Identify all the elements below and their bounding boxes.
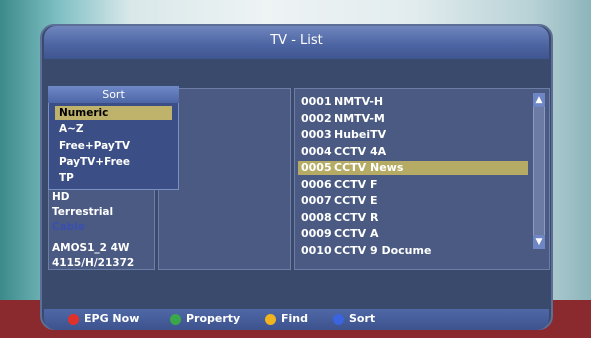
- channel-row[interactable]: 0001 NMTV-H: [298, 95, 528, 109]
- channel-name: CCTV A: [334, 227, 379, 240]
- channel-row[interactable]: 0005 CCTV News: [298, 161, 528, 175]
- channel-number: 0007: [301, 194, 332, 207]
- hd-label: HD: [52, 191, 70, 203]
- channel-row[interactable]: 0009 CCTV A: [298, 227, 528, 241]
- channel-name: CCTV R: [334, 210, 379, 224]
- channel-name: CCTV 9 Docume: [334, 243, 432, 257]
- channel-row[interactable]: 0003 HubeiTV: [298, 128, 528, 142]
- sort-option[interactable]: A~Z: [55, 122, 172, 136]
- sort-option[interactable]: Free+PayTV: [55, 139, 172, 153]
- channel-name: CCTV E: [334, 194, 378, 207]
- channel-number: 0006: [301, 177, 332, 191]
- channel-row[interactable]: 0010 CCTV 9 Docume: [298, 244, 528, 258]
- channel-number: 0008: [301, 210, 332, 224]
- yellow-button-icon: [265, 313, 276, 325]
- channel-number: 0005: [301, 161, 332, 174]
- channel-number: 0004: [301, 144, 332, 158]
- channel-name: CCTV News: [334, 161, 404, 174]
- channel-number: 0001: [301, 95, 332, 108]
- channel-name: CCTV F: [334, 177, 378, 191]
- channel-name: NMTV-H: [334, 95, 384, 108]
- channel-number: 0009: [301, 227, 332, 240]
- sort-option[interactable]: PayTV+Free: [55, 155, 172, 169]
- property-button[interactable]: Property: [170, 312, 240, 326]
- sort-popup-title: Sort: [48, 86, 179, 103]
- channel-name: NMTV-M: [334, 111, 385, 125]
- green-button-icon: [170, 313, 181, 325]
- scrollbar[interactable]: [533, 93, 545, 249]
- channel-row[interactable]: 0002 NMTV-M: [298, 112, 528, 126]
- property-label: Property: [186, 312, 241, 325]
- channel-row[interactable]: 0006 CCTV F: [298, 178, 528, 192]
- find-button[interactable]: Find: [265, 312, 308, 326]
- channel-name: HubeiTV: [334, 128, 387, 141]
- channel-row[interactable]: 0004 CCTV 4A: [298, 145, 528, 159]
- cable-label: Cable: [52, 221, 86, 233]
- find-label: Find: [281, 312, 308, 325]
- transponder-info: 4115/H/21372: [52, 257, 135, 269]
- sort-label: Sort: [349, 312, 376, 325]
- epg-now-label: EPG Now: [84, 312, 140, 325]
- sort-option[interactable]: Numeric: [55, 106, 172, 120]
- channel-name: CCTV 4A: [334, 144, 387, 158]
- channel-number: 0010: [301, 243, 332, 257]
- channel-row[interactable]: 0008 CCTV R: [298, 211, 528, 225]
- terrestrial-label: Terrestrial: [52, 206, 114, 218]
- channel-number: 0003: [301, 128, 332, 141]
- scroll-up-arrow-icon[interactable]: ▲: [533, 93, 545, 107]
- blue-button-icon: [333, 313, 344, 325]
- epg-now-button[interactable]: EPG Now: [68, 312, 139, 326]
- sort-option[interactable]: TP: [55, 171, 172, 185]
- red-button-icon: [68, 313, 79, 325]
- scroll-down-arrow-icon[interactable]: ▼: [533, 235, 545, 249]
- channel-row[interactable]: 0007 CCTV E: [298, 194, 528, 208]
- channel-number: 0002: [301, 111, 332, 125]
- window-title: TV - List: [270, 33, 323, 48]
- sort-button[interactable]: Sort: [333, 312, 375, 326]
- satellite-name: AMOS1_2 4W: [52, 242, 130, 254]
